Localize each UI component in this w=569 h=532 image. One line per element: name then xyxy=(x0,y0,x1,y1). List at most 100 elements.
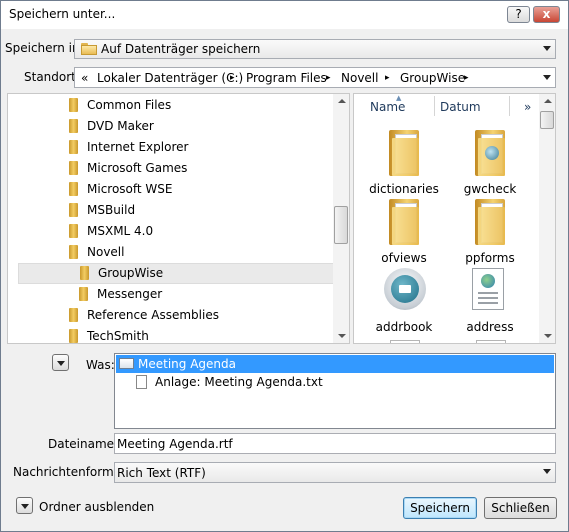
format-dropdown[interactable]: Rich Text (RTF) xyxy=(114,462,556,483)
tree-item-msbuild[interactable]: MSBuild xyxy=(18,200,336,221)
folder-icon xyxy=(81,43,97,55)
scroll-thumb[interactable] xyxy=(334,206,348,244)
filename-input[interactable]: Meeting Agenda.rtf xyxy=(114,433,556,454)
save-in-dropdown[interactable]: Auf Datenträger speichern xyxy=(74,39,556,59)
scroll-down-icon[interactable] xyxy=(544,334,552,338)
folder-icon xyxy=(475,199,505,245)
was-list[interactable]: Meeting Agenda Anlage: Meeting Agenda.tx… xyxy=(114,353,556,429)
crumb-separator-icon[interactable]: ▸ xyxy=(326,73,331,83)
list-item-label: Anlage: Meeting Agenda.txt xyxy=(155,375,323,389)
title-bar: Speichern unter... ? x xyxy=(1,1,568,29)
partial-item-icon xyxy=(476,340,506,343)
partial-item-icon xyxy=(390,340,420,343)
file-item-label: gwcheck xyxy=(463,182,517,196)
window-title: Speichern unter... xyxy=(9,7,116,21)
file-item-ofviews[interactable]: ofviews xyxy=(364,197,444,267)
close-window-button[interactable]: x xyxy=(533,6,560,23)
tree-item-microsoft-games[interactable]: Microsoft Games xyxy=(18,158,336,179)
column-divider[interactable] xyxy=(434,96,435,116)
tree-item-groupwise[interactable]: GroupWise xyxy=(18,263,336,284)
tree-item-messenger[interactable]: Messenger xyxy=(18,284,336,305)
scroll-thumb[interactable] xyxy=(540,111,554,129)
more-columns-chevron[interactable]: » xyxy=(524,100,531,114)
tree-item-label: DVD Maker xyxy=(87,119,154,133)
file-item-label: ppforms xyxy=(465,251,515,265)
tree-item-label: Microsoft Games xyxy=(87,161,188,175)
tree-item-label: TechSmith xyxy=(87,329,149,343)
folder-icon xyxy=(69,245,78,259)
tree-item-microsoft-wse[interactable]: Microsoft WSE xyxy=(18,179,336,200)
folder-globe-icon xyxy=(475,130,505,176)
tree-item-label: Reference Assemblies xyxy=(87,308,219,322)
crumb-separator-icon[interactable]: ▸ xyxy=(464,73,469,83)
save-button[interactable]: Speichern xyxy=(403,497,477,519)
scroll-up-icon[interactable] xyxy=(338,99,346,103)
save-in-label: Speichern in: xyxy=(5,41,84,55)
tree-item-msxml[interactable]: MSXML 4.0 xyxy=(18,221,336,242)
folder-icon xyxy=(69,119,78,133)
crumb-separator-icon[interactable]: ▸ xyxy=(385,73,390,83)
save-as-dialog: Speichern unter... ? x Speichern in: Auf… xyxy=(0,0,569,532)
folder-icon xyxy=(69,224,78,238)
envelope-icon xyxy=(119,358,134,369)
folder-tree[interactable]: Common Files DVD Maker Internet Explorer… xyxy=(7,93,350,344)
file-item-dictionaries[interactable]: dictionaries xyxy=(364,128,444,198)
crumb-separator-icon[interactable]: ▸ xyxy=(230,73,235,83)
tree-item-label: Messenger xyxy=(97,287,163,301)
document-globe-icon xyxy=(472,268,504,310)
chevron-down-icon xyxy=(543,469,551,474)
tree-item-label: MSXML 4.0 xyxy=(87,224,154,238)
file-item-addrbook[interactable]: addrbook xyxy=(364,266,444,336)
crumb-groupwise[interactable]: GroupWise xyxy=(400,71,465,85)
file-item-ppforms[interactable]: ppforms xyxy=(450,197,530,267)
tree-item-label: Common Files xyxy=(87,98,172,112)
file-item-label: address xyxy=(466,320,514,334)
filename-value: Meeting Agenda.rtf xyxy=(117,437,233,451)
crumb-program-files[interactable]: Program Files xyxy=(246,71,327,85)
hide-folders-toggle-icon[interactable] xyxy=(16,497,33,514)
file-view-scrollbar[interactable] xyxy=(539,94,555,343)
tree-item-reference-assemblies[interactable]: Reference Assemblies xyxy=(18,305,336,326)
chevron-down-icon[interactable] xyxy=(543,75,551,80)
folder-icon xyxy=(80,266,89,280)
tree-item-common-files[interactable]: Common Files xyxy=(18,95,336,116)
list-item-message[interactable]: Meeting Agenda xyxy=(116,355,554,373)
tree-item-label: Microsoft WSE xyxy=(87,182,173,196)
crumb-novell[interactable]: Novell xyxy=(341,71,378,85)
groupwise-app-icon xyxy=(384,268,426,310)
folder-icon xyxy=(389,199,419,245)
column-header-name[interactable]: Name xyxy=(370,100,405,114)
help-button[interactable]: ? xyxy=(507,6,530,23)
column-header-date[interactable]: Datum xyxy=(440,100,481,114)
address-bar[interactable]: « Lokaler Datenträger (C:) ▸ Program Fil… xyxy=(74,67,556,88)
file-item-label: ofviews xyxy=(381,251,427,265)
folder-icon xyxy=(69,98,78,112)
folder-icon xyxy=(79,287,88,301)
file-view[interactable]: ▲ Name Datum » dictionaries gwcheck ofvi… xyxy=(353,93,556,344)
tree-item-dvd-maker[interactable]: DVD Maker xyxy=(18,116,336,137)
crumb-local-disk[interactable]: Lokaler Datenträger (C:) xyxy=(97,71,243,85)
text-file-icon xyxy=(136,375,147,389)
folder-icon xyxy=(69,308,78,322)
address-overflow-chevron[interactable]: « xyxy=(81,71,88,85)
file-item-label: addrbook xyxy=(375,320,433,334)
scroll-up-icon[interactable] xyxy=(544,99,552,103)
list-item-label: Meeting Agenda xyxy=(138,357,236,371)
column-divider[interactable] xyxy=(509,96,510,116)
folder-icon xyxy=(389,130,419,176)
chevron-down-icon xyxy=(543,46,551,51)
list-item-attachment[interactable]: Anlage: Meeting Agenda.txt xyxy=(116,373,554,391)
tree-scrollbar[interactable] xyxy=(333,94,349,343)
close-button[interactable]: Schließen xyxy=(484,497,557,519)
tree-item-label: Novell xyxy=(87,245,125,259)
tree-item-novell[interactable]: Novell xyxy=(18,242,336,263)
file-item-gwcheck[interactable]: gwcheck xyxy=(450,128,530,198)
folder-icon xyxy=(69,182,78,196)
location-label: Standort: xyxy=(24,70,80,84)
file-item-address[interactable]: address xyxy=(450,266,530,336)
details-expand-button[interactable] xyxy=(52,354,69,371)
tree-item-internet-explorer[interactable]: Internet Explorer xyxy=(18,137,336,158)
tree-item-techsmith[interactable]: TechSmith xyxy=(18,326,336,343)
hide-folders-link[interactable]: Ordner ausblenden xyxy=(39,500,154,514)
scroll-down-icon[interactable] xyxy=(338,334,346,338)
